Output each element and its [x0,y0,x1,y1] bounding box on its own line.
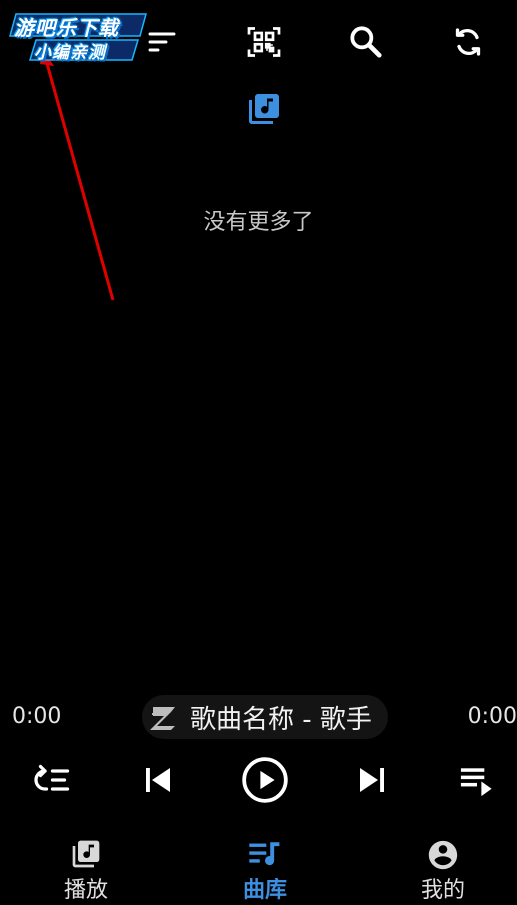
sort-icon[interactable] [143,26,181,58]
nav-item-mine[interactable]: 我的 [403,872,483,904]
previous-icon[interactable] [140,762,176,798]
time-total: 0:00 [467,704,517,729]
nav-item-library[interactable]: 曲库 [225,872,305,904]
repeat-list-icon[interactable] [31,762,71,798]
time-elapsed: 0:00 [12,704,62,729]
song-title[interactable]: 歌曲名称 - 歌手 [190,699,372,736]
nav-account-icon[interactable] [426,838,460,872]
qr-scan-icon[interactable] [246,24,282,60]
play-icon[interactable] [240,755,290,805]
nav-item-play[interactable]: 播放 [46,872,126,904]
refresh-icon[interactable] [450,24,486,60]
watermark-line-2: 小编亲测 [34,43,106,63]
music-library-icon [249,94,279,124]
playlist-icon[interactable] [458,762,496,798]
nav-library-icon[interactable] [248,839,282,869]
next-icon[interactable] [354,762,390,798]
watermark-line-1: 游吧乐下载 [14,16,119,40]
watermark-logo: 游吧乐下载 小编亲测 [8,10,148,64]
app-logo-icon [150,707,175,730]
annotation-arrow [40,48,115,301]
search-icon[interactable] [346,22,384,60]
nav-play-icon[interactable] [70,838,102,870]
